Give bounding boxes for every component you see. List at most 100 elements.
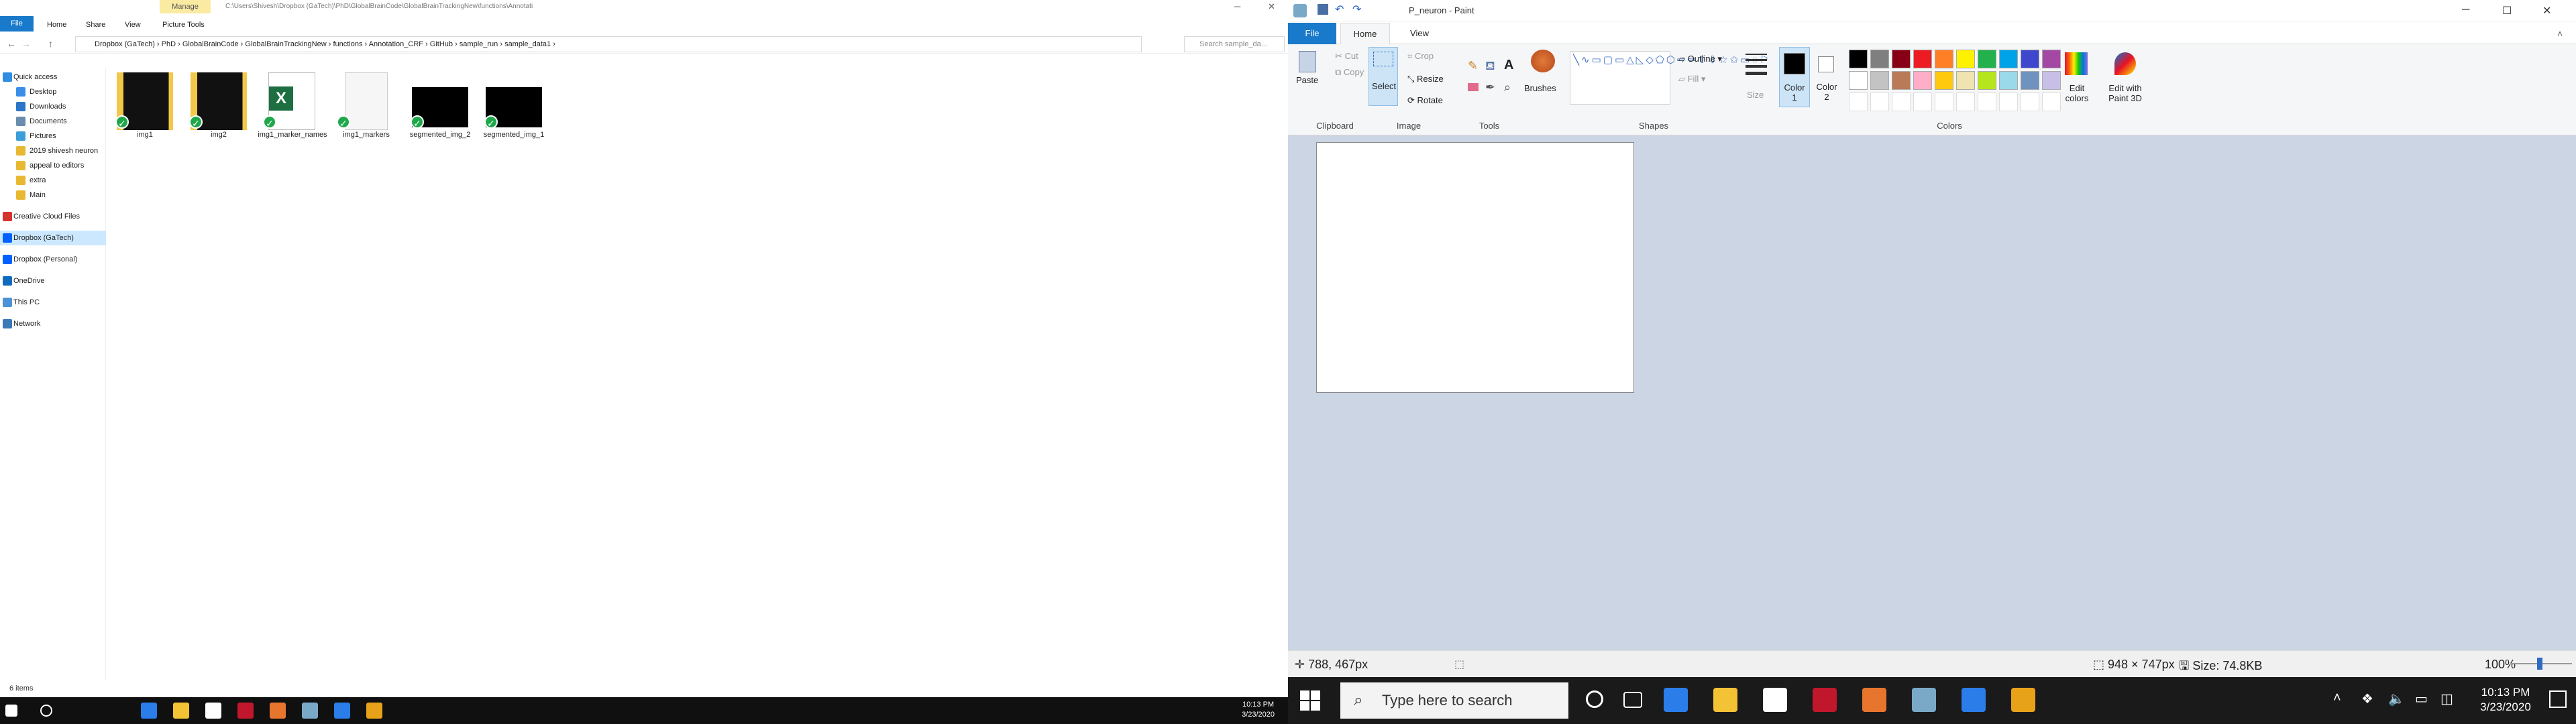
- explorer-share-tab[interactable]: Share: [86, 19, 105, 31]
- empty-color-swatch[interactable]: [1978, 93, 1996, 111]
- color-swatch[interactable]: [1892, 71, 1911, 90]
- app-icon[interactable]: [366, 703, 382, 719]
- color-swatch[interactable]: [1978, 50, 1996, 68]
- nav-folder[interactable]: 2019 shivesh neuron: [0, 143, 106, 158]
- windows-start-icon[interactable]: [5, 705, 17, 717]
- breadcrumb-item[interactable]: GlobalBrainTrackingNew: [245, 40, 326, 48]
- nav-folder[interactable]: appeal to editors: [0, 158, 106, 173]
- cut-button[interactable]: ✂ Cut: [1335, 51, 1358, 62]
- color-swatch[interactable]: [1935, 50, 1953, 68]
- nav-downloads[interactable]: Downloads: [0, 99, 106, 114]
- minimize-icon[interactable]: ─: [2462, 4, 2469, 16]
- mail-icon[interactable]: [334, 703, 350, 719]
- close-icon[interactable]: ✕: [2542, 4, 2551, 17]
- nav-this-pc[interactable]: This PC: [0, 295, 106, 310]
- text-icon[interactable]: A: [1504, 58, 1513, 73]
- nav-quick-access[interactable]: Quick access: [0, 70, 106, 84]
- minimize-icon[interactable]: ─: [1234, 1, 1240, 11]
- breadcrumb-item[interactable]: GlobalBrainCode: [182, 40, 239, 48]
- clock[interactable]: 10:13 PM 3/23/2020: [2469, 685, 2542, 715]
- color-swatch[interactable]: [1849, 71, 1868, 90]
- brushes-button[interactable]: Brushes: [1524, 47, 1563, 107]
- empty-color-swatch[interactable]: [1913, 93, 1932, 111]
- color-swatch[interactable]: [1956, 71, 1975, 90]
- edit-colors-button[interactable]: Edit colors: [2057, 47, 2097, 107]
- empty-color-swatch[interactable]: [1935, 93, 1953, 111]
- explorer-search-input[interactable]: Search sample_da...: [1184, 36, 1285, 52]
- mail-icon[interactable]: [1962, 688, 1986, 712]
- empty-color-swatch[interactable]: [1956, 93, 1975, 111]
- matlab-icon[interactable]: [270, 703, 286, 719]
- manage-tab[interactable]: Manage: [160, 0, 211, 13]
- outline-button[interactable]: ▱ Outline ▾: [1678, 54, 1722, 64]
- color-swatch[interactable]: [1892, 50, 1911, 68]
- empty-color-swatch[interactable]: [2021, 93, 2039, 111]
- back-arrow-icon[interactable]: ←: [7, 38, 16, 49]
- nav-documents[interactable]: Documents: [0, 114, 106, 129]
- nav-desktop[interactable]: Desktop: [0, 84, 106, 99]
- empty-color-swatch[interactable]: [1999, 93, 2018, 111]
- folder-icon[interactable]: [1713, 688, 1737, 712]
- close-icon[interactable]: ✕: [1268, 1, 1275, 12]
- breadcrumb-item[interactable]: PhD: [162, 40, 176, 48]
- size-button[interactable]: Size: [1741, 47, 1774, 107]
- task-view-icon[interactable]: [1623, 692, 1642, 708]
- color-swatch[interactable]: [1870, 71, 1889, 90]
- nav-folder[interactable]: extra: [0, 173, 106, 188]
- file-item[interactable]: ✓ img1_markers: [329, 64, 404, 172]
- save-icon[interactable]: [1318, 4, 1328, 15]
- eraser-icon[interactable]: [1468, 83, 1479, 91]
- color-swatch[interactable]: [2021, 50, 2039, 68]
- explorer-view-tab[interactable]: View: [125, 19, 141, 31]
- battery-icon[interactable]: ▭: [2415, 690, 2428, 707]
- select-button[interactable]: Select: [1368, 47, 1398, 106]
- file-item[interactable]: ✓ img2: [181, 64, 256, 172]
- crop-button[interactable]: ⌗ Crop: [1407, 51, 1434, 62]
- file-item[interactable]: ✓ segmented_img_2: [402, 64, 478, 172]
- breadcrumb-item[interactable]: Dropbox (GaTech): [95, 40, 155, 48]
- paint-icon[interactable]: [302, 703, 318, 719]
- nav-folder[interactable]: Main: [0, 188, 106, 202]
- magnifier-icon[interactable]: ⌕: [1504, 80, 1511, 95]
- pencil-icon[interactable]: ✎: [1468, 59, 1478, 73]
- color2-button[interactable]: Color 2: [1814, 47, 1842, 107]
- color1-button[interactable]: Color 1: [1779, 47, 1810, 107]
- clock[interactable]: 10:13 PM 3/23/2020: [1242, 700, 1275, 720]
- explorer-file-tab[interactable]: File: [0, 16, 34, 32]
- matlab-icon[interactable]: [1862, 688, 1886, 712]
- undo-icon[interactable]: ↶: [1335, 3, 1344, 16]
- color-swatch[interactable]: [1956, 50, 1975, 68]
- file-item[interactable]: ✓ segmented_img_1: [476, 64, 551, 172]
- breadcrumb-item[interactable]: Annotation_CRF: [369, 40, 423, 48]
- dropbox-icon[interactable]: ❖: [2361, 690, 2373, 707]
- color-swatch[interactable]: [1935, 71, 1953, 90]
- nav-dropbox-gatech[interactable]: Dropbox (GaTech): [0, 231, 106, 245]
- color-swatch[interactable]: [1849, 50, 1868, 68]
- notepad-icon[interactable]: [1763, 688, 1787, 712]
- breadcrumb-item[interactable]: sample_run: [460, 40, 498, 48]
- resize-button[interactable]: ⤡ Resize: [1407, 74, 1444, 84]
- nav-pictures[interactable]: Pictures: [0, 129, 106, 143]
- folder-icon[interactable]: [173, 703, 189, 719]
- nav-dropbox-personal[interactable]: Dropbox (Personal): [0, 252, 106, 267]
- empty-color-swatch[interactable]: [1892, 93, 1911, 111]
- shapes-gallery[interactable]: ╲∿▭▢▭△◺◇⬠⬡⇨⇦⇧⇩☆✩▭◌⚐: [1570, 51, 1769, 105]
- app-icon[interactable]: [1813, 688, 1837, 712]
- color-swatch[interactable]: [1870, 50, 1889, 68]
- forward-arrow-icon[interactable]: →: [21, 38, 31, 49]
- paint-home-tab[interactable]: Home: [1340, 23, 1390, 44]
- fill-icon[interactable]: ⛾: [1485, 59, 1495, 75]
- file-item[interactable]: X ✓ img1_marker_names: [255, 64, 330, 172]
- explorer-home-tab[interactable]: Home: [47, 19, 66, 31]
- nav-creative-cloud[interactable]: Creative Cloud Files: [0, 209, 106, 224]
- empty-color-swatch[interactable]: [1870, 93, 1889, 111]
- color-swatch[interactable]: [1999, 50, 2018, 68]
- notification-icon[interactable]: [2549, 690, 2567, 708]
- redo-icon[interactable]: ↷: [1352, 3, 1361, 16]
- drawing-canvas[interactable]: [1316, 142, 1634, 393]
- maximize-icon[interactable]: ☐: [2502, 4, 2512, 17]
- breadcrumb-item[interactable]: functions: [333, 40, 362, 48]
- breadcrumb-item[interactable]: GitHub: [430, 40, 453, 48]
- edge-icon[interactable]: [1664, 688, 1688, 712]
- chevron-up-icon[interactable]: ˄: [2557, 28, 2563, 39]
